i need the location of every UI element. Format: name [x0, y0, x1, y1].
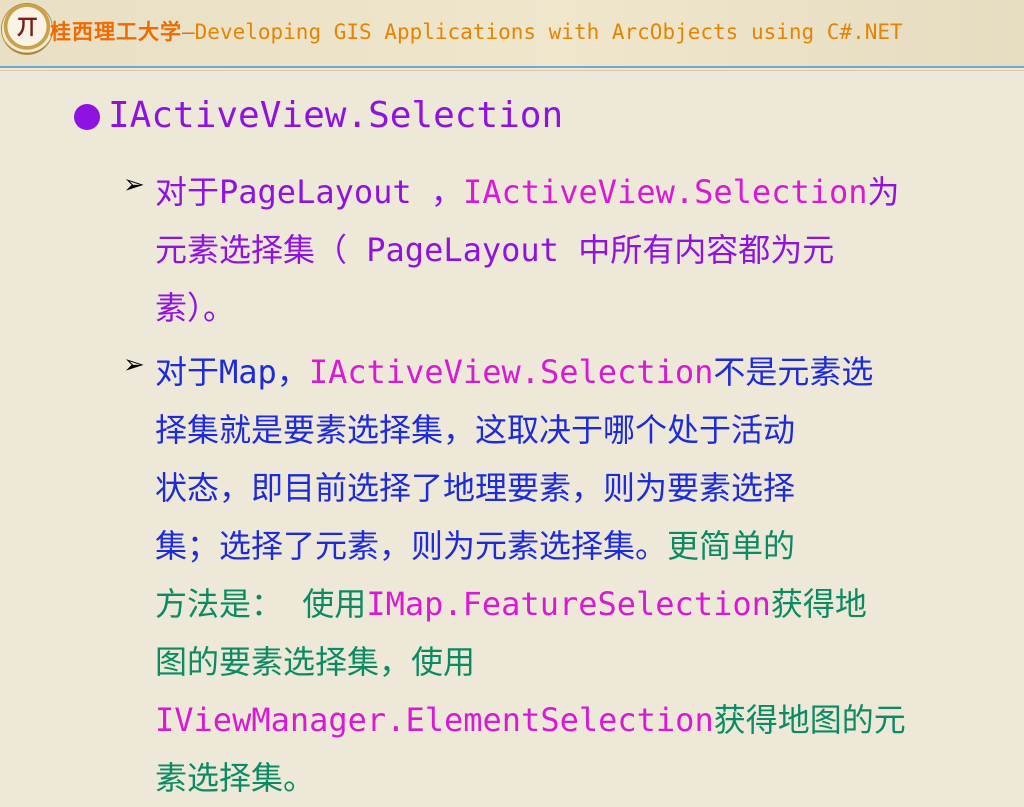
item2-line5-gap: [283, 585, 302, 623]
university-logo: 丌: [2, 4, 52, 54]
item2-line-3: 状态，即目前选择了地理要素，则为要素选择: [155, 469, 796, 507]
item2-line-7: IViewManager.ElementSelection获得地图的元: [155, 691, 977, 749]
item2-line1-part2: IActiveView.Selection: [308, 353, 714, 391]
item2-line-4: 集；选择了元素，则为元素选择集。更简单的: [155, 517, 977, 575]
item2-line7-code: IViewManager.ElementSelection: [155, 701, 714, 739]
item1-line1-part1: 对于PageLayout ，: [155, 173, 463, 211]
item2-line1-part1: 对于Map，: [155, 353, 309, 391]
title-english: Developing GIS Applications with ArcObje…: [194, 20, 903, 44]
item2-line5-part1: 方法是：: [155, 585, 284, 623]
bullet-item-map: ➢ 对于Map，IActiveView.Selection不是元素选 择集就是要…: [123, 343, 983, 807]
slide-title: 桂西理工大学—Developing GIS Applications with …: [50, 18, 903, 46]
header-divider-primary: [0, 66, 1024, 68]
bullet-item-text: 对于PageLayout ，IActiveView.Selection为 元素选…: [155, 163, 977, 337]
item2-line1-part3: 不是元素选: [713, 353, 874, 391]
logo-mark: 丌: [17, 14, 38, 39]
item2-line7-part2: 获得地图的元: [713, 701, 906, 739]
item2-line-6: 图的要素选择集，使用: [155, 643, 476, 681]
item2-line-2: 择集就是要素选择集，这取决于哪个处于活动: [155, 411, 796, 449]
bullet-item-text: 对于Map，IActiveView.Selection不是元素选 择集就是要素选…: [155, 343, 977, 807]
item1-line1-part3: 为: [867, 173, 900, 211]
item1-line-3: 素）。: [155, 289, 236, 327]
heading-bullet-icon: [74, 104, 100, 130]
item2-line5-part3: 获得地: [770, 585, 867, 623]
arrow-bullet-icon: ➢: [123, 170, 145, 200]
item2-line-5: 方法是： 使用IMap.FeatureSelection获得地: [155, 575, 977, 633]
item1-line-1: 对于PageLayout ，IActiveView.Selection为: [155, 163, 977, 221]
item1-line1-part2: IActiveView.Selection: [462, 173, 868, 211]
item2-line5-code: IMap.FeatureSelection: [366, 585, 771, 623]
item1-line-2: 元素选择集（ PageLayout 中所有内容都为元: [155, 231, 835, 269]
main-heading: IActiveView.Selection: [108, 95, 564, 136]
item2-line4-blue: 集；选择了元素，则为元素选择集。: [155, 527, 668, 565]
item2-line-8: 素选择集。: [155, 759, 316, 797]
title-chinese: 桂西理工大学: [50, 20, 182, 44]
arrow-bullet-icon: ➢: [123, 350, 145, 380]
item2-line4-green: 更简单的: [667, 527, 796, 565]
bullet-item-pagelayout: ➢ 对于PageLayout ，IActiveView.Selection为 元…: [123, 163, 983, 337]
item2-line5-part2: 使用: [302, 585, 367, 623]
item2-line-1: 对于Map，IActiveView.Selection不是元素选: [155, 343, 977, 401]
title-separator: —: [182, 20, 195, 44]
header-divider-secondary: [0, 70, 1024, 71]
slide-header: 丌 桂西理工大学—Developing GIS Applications wit…: [0, 0, 1024, 66]
